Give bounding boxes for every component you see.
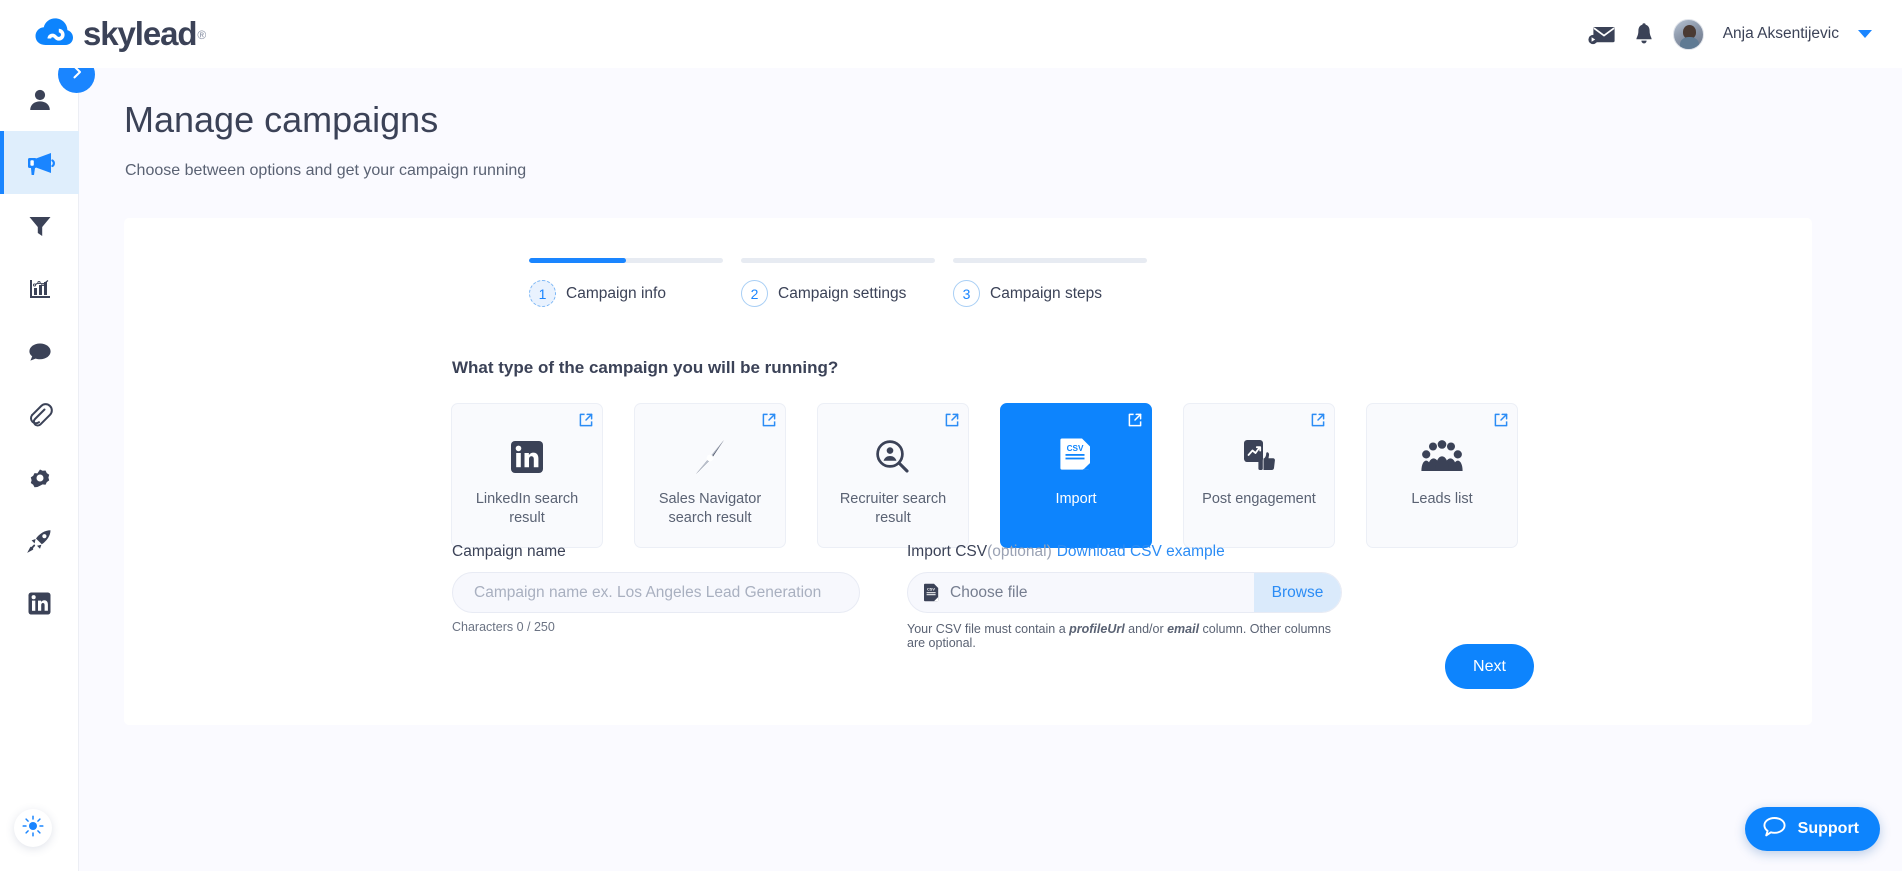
- mail-icon[interactable]: [1588, 23, 1615, 45]
- step-progress-bar: [741, 258, 935, 263]
- step-label: Campaign steps: [990, 284, 1103, 302]
- external-link-icon[interactable]: [579, 413, 593, 432]
- campaign-type-label: LinkedIn search result: [475, 491, 579, 526]
- chart-icon: [27, 276, 53, 302]
- campaign-type-post-engagement[interactable]: Post engagement: [1183, 403, 1335, 548]
- external-link-icon[interactable]: [1128, 413, 1142, 432]
- step-label: Campaign settings: [778, 284, 907, 302]
- campaign-type-question: What type of the campaign you will be ru…: [452, 358, 839, 377]
- campaign-type-recruiter-search[interactable]: Recruiter search result: [817, 403, 969, 548]
- gear-icon: [27, 465, 53, 491]
- sidebar-item-boost[interactable]: [0, 509, 79, 572]
- svg-text:CSV: CSV: [1067, 444, 1084, 453]
- campaign-type-label: Import: [1055, 491, 1097, 507]
- compass-icon: [691, 435, 729, 479]
- file-picker[interactable]: CSV Choose file Browse: [907, 572, 1342, 613]
- logo-wordmark: skylead®: [83, 15, 207, 52]
- campaign-name-input[interactable]: [452, 572, 860, 613]
- svg-text:CSV: CSV: [927, 586, 935, 591]
- campaign-type-import[interactable]: CSV Import: [1000, 403, 1152, 548]
- paperclip-icon: [26, 402, 54, 428]
- sidebar-item-settings[interactable]: [0, 446, 79, 509]
- character-counter: Characters 0 / 250: [452, 620, 555, 634]
- step-progress-bar: [953, 258, 1147, 263]
- page-subtitle: Choose between options and get your camp…: [125, 162, 527, 179]
- campaign-type-sales-navigator[interactable]: Sales Navigator search result: [634, 403, 786, 548]
- sidebar-item-analytics[interactable]: [0, 257, 79, 320]
- csv-hint-text: Your CSV file must contain a profileUrl …: [907, 622, 1342, 650]
- sidebar-item-linkedin[interactable]: [0, 572, 79, 635]
- wizard-stepper: 1 Campaign info 2 Campaign settings 3 Ca…: [529, 258, 1147, 307]
- funnel-icon: [27, 213, 53, 239]
- external-link-icon[interactable]: [762, 413, 776, 432]
- external-link-icon[interactable]: [1311, 413, 1325, 432]
- support-button[interactable]: Support: [1744, 807, 1880, 851]
- avatar[interactable]: [1672, 18, 1704, 50]
- step-progress-bar: [529, 258, 723, 263]
- next-button[interactable]: Next: [1445, 644, 1534, 689]
- campaign-type-label: Leads list: [1411, 491, 1473, 507]
- step-number-badge: 2: [741, 280, 768, 307]
- file-name-display: Choose file: [950, 583, 1028, 601]
- chat-bubble-icon: [27, 339, 53, 365]
- sun-brightness-icon: [22, 814, 44, 842]
- import-csv-group: Import CSV(optional) Download CSV example…: [907, 543, 1342, 650]
- import-csv-optional: (optional): [987, 543, 1052, 560]
- sidebar-item-filters[interactable]: [0, 194, 79, 257]
- campaign-type-leads-list[interactable]: Leads list: [1366, 403, 1518, 548]
- person-search-icon: [875, 435, 911, 479]
- top-bar-actions: Anja Aksentijevic: [1588, 18, 1872, 50]
- rocket-icon: [26, 528, 54, 554]
- sidebar-item-inbox[interactable]: [0, 320, 79, 383]
- csv-file-icon: CSV: [1060, 435, 1092, 479]
- external-link-icon[interactable]: [945, 413, 959, 432]
- bell-notification-icon[interactable]: [1634, 22, 1654, 46]
- page-content: Manage campaigns Choose between options …: [79, 68, 1902, 871]
- download-csv-example-link[interactable]: Download CSV example: [1057, 543, 1225, 560]
- app-logo[interactable]: skylead®: [34, 14, 206, 54]
- campaign-name-label: Campaign name: [452, 543, 566, 560]
- import-csv-header: Import CSV(optional) Download CSV example: [907, 543, 1342, 561]
- campaign-type-linkedin-search[interactable]: LinkedIn search result: [451, 403, 603, 548]
- step-number-badge: 1: [529, 280, 556, 307]
- support-label: Support: [1797, 820, 1859, 837]
- person-icon: [27, 87, 53, 113]
- username-label: Anja Aksentijevic: [1722, 25, 1839, 42]
- theme-toggle-button[interactable]: [14, 809, 52, 847]
- campaign-type-list: LinkedIn search result Sales Navigator s…: [451, 403, 1518, 548]
- chat-bubble-outline-icon: [1762, 815, 1787, 844]
- top-bar: skylead® Anja Aksentijevic: [0, 0, 1902, 68]
- skylead-cloud-logo-icon: [34, 14, 74, 54]
- import-csv-label: Import CSV: [907, 543, 988, 560]
- step-campaign-info[interactable]: 1 Campaign info: [529, 258, 723, 307]
- campaign-name-field-group: Campaign name Characters 0 / 250: [452, 543, 860, 634]
- chevron-down-icon[interactable]: [1858, 30, 1872, 38]
- csv-hint-email: email: [1167, 622, 1200, 636]
- linkedin-icon: [510, 435, 544, 479]
- megaphone-icon: [25, 150, 55, 176]
- linkedin-icon: [27, 591, 52, 616]
- campaign-type-label: Recruiter search result: [839, 491, 947, 526]
- sidebar-item-campaigns[interactable]: [0, 131, 79, 194]
- csv-hint-part2: and/or: [1124, 622, 1168, 636]
- page-title: Manage campaigns: [124, 99, 439, 140]
- step-number-badge: 3: [953, 280, 980, 307]
- people-group-icon: [1421, 435, 1463, 479]
- post-thumbsup-icon: [1240, 435, 1278, 479]
- csv-hint-profileurl: profileUrl: [1069, 622, 1125, 636]
- campaign-wizard-panel: 1 Campaign info 2 Campaign settings 3 Ca…: [124, 218, 1812, 725]
- csv-file-icon: CSV: [924, 583, 939, 602]
- external-link-icon[interactable]: [1494, 413, 1508, 432]
- sidebar-item-attachments[interactable]: [0, 383, 79, 446]
- csv-hint-part1: Your CSV file must contain a: [907, 622, 1070, 636]
- browse-button[interactable]: Browse: [1254, 573, 1341, 612]
- step-campaign-settings[interactable]: 2 Campaign settings: [741, 258, 935, 307]
- step-campaign-steps[interactable]: 3 Campaign steps: [953, 258, 1147, 307]
- step-label: Campaign info: [566, 284, 666, 302]
- campaign-type-label: Post engagement: [1202, 491, 1316, 507]
- campaign-type-label: Sales Navigator search result: [658, 491, 762, 526]
- sidebar: [0, 68, 79, 871]
